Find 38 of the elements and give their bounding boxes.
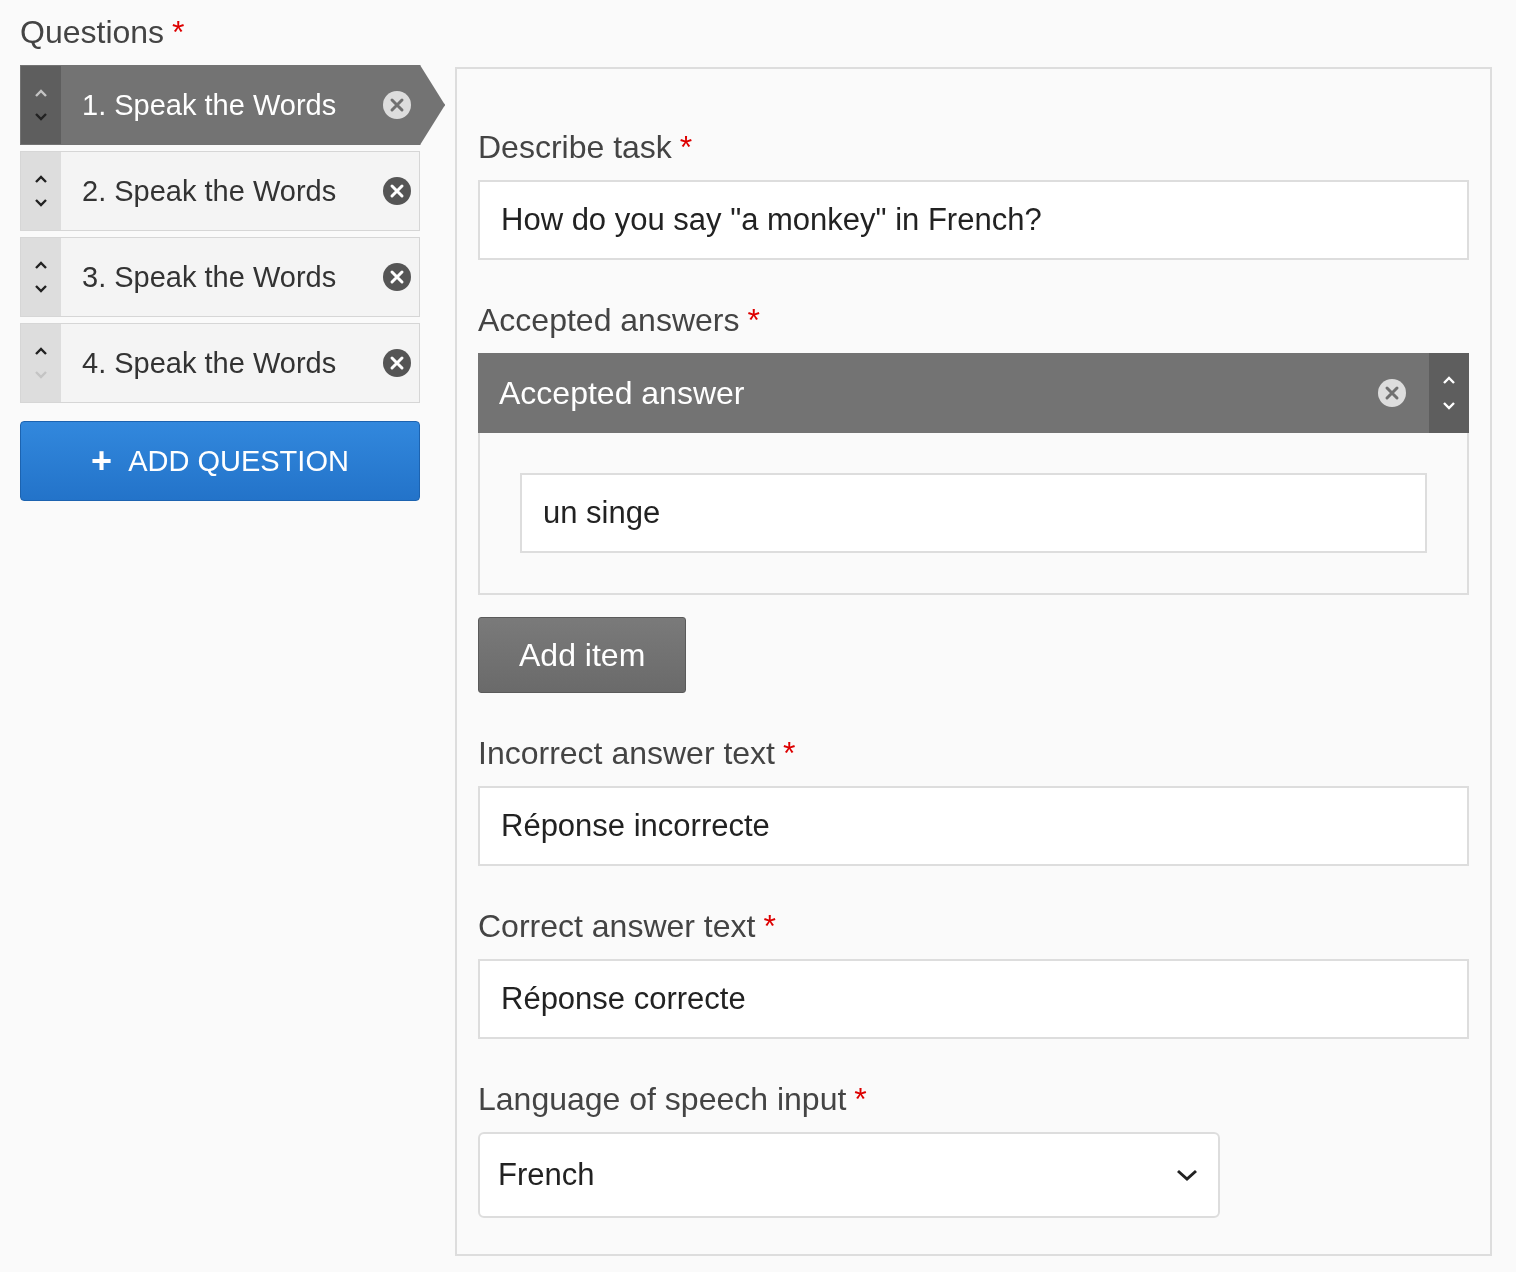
move-up-icon[interactable]	[33, 345, 49, 357]
language-dropdown[interactable]: French	[478, 1132, 1220, 1218]
move-down-icon[interactable]	[33, 283, 49, 295]
field-label: Incorrect answer text	[478, 735, 775, 771]
move-up-icon[interactable]	[1441, 374, 1457, 386]
required-asterisk: *	[747, 302, 760, 338]
required-asterisk: *	[854, 1081, 867, 1117]
add-question-button[interactable]: + ADD QUESTION	[20, 421, 420, 501]
remove-icon[interactable]	[382, 90, 412, 120]
question-item[interactable]: 4. Speak the Words	[20, 323, 420, 403]
question-item[interactable]: 3. Speak the Words	[20, 237, 420, 317]
question-item[interactable]: 1. Speak the Words	[20, 65, 445, 145]
move-down-icon[interactable]	[1441, 400, 1457, 412]
field-label: Describe task	[478, 129, 672, 165]
text-field[interactable]: Réponse incorrecte	[478, 786, 1469, 866]
required-asterisk: *	[783, 735, 796, 771]
plus-icon: +	[91, 440, 113, 482]
remove-icon[interactable]	[382, 262, 412, 292]
chevron-down-icon	[1176, 1168, 1198, 1182]
remove-icon[interactable]	[1377, 378, 1407, 408]
text-field[interactable]: Réponse correcte	[478, 959, 1469, 1039]
required-asterisk: *	[763, 908, 776, 944]
required-asterisk: *	[172, 14, 185, 50]
remove-icon[interactable]	[382, 348, 412, 378]
required-asterisk: *	[679, 129, 693, 165]
answer-title: Accepted answer	[498, 374, 746, 412]
field-label: Language of speech input	[478, 1081, 847, 1117]
text-field[interactable]: un singe	[520, 473, 1427, 553]
question-item[interactable]: 2. Speak the Words	[20, 151, 420, 231]
move-up-icon[interactable]	[33, 259, 49, 271]
add-item-button[interactable]: Add item	[478, 617, 687, 693]
text-field[interactable]: How do you say "a monkey" in French?	[478, 180, 1469, 260]
field-label: Questions	[20, 14, 165, 50]
remove-icon[interactable]	[382, 176, 412, 206]
field-label: Accepted answers	[478, 302, 740, 338]
move-down-icon[interactable]	[33, 197, 49, 209]
field-label: Correct answer text	[478, 908, 756, 944]
move-up-icon[interactable]	[33, 173, 49, 185]
